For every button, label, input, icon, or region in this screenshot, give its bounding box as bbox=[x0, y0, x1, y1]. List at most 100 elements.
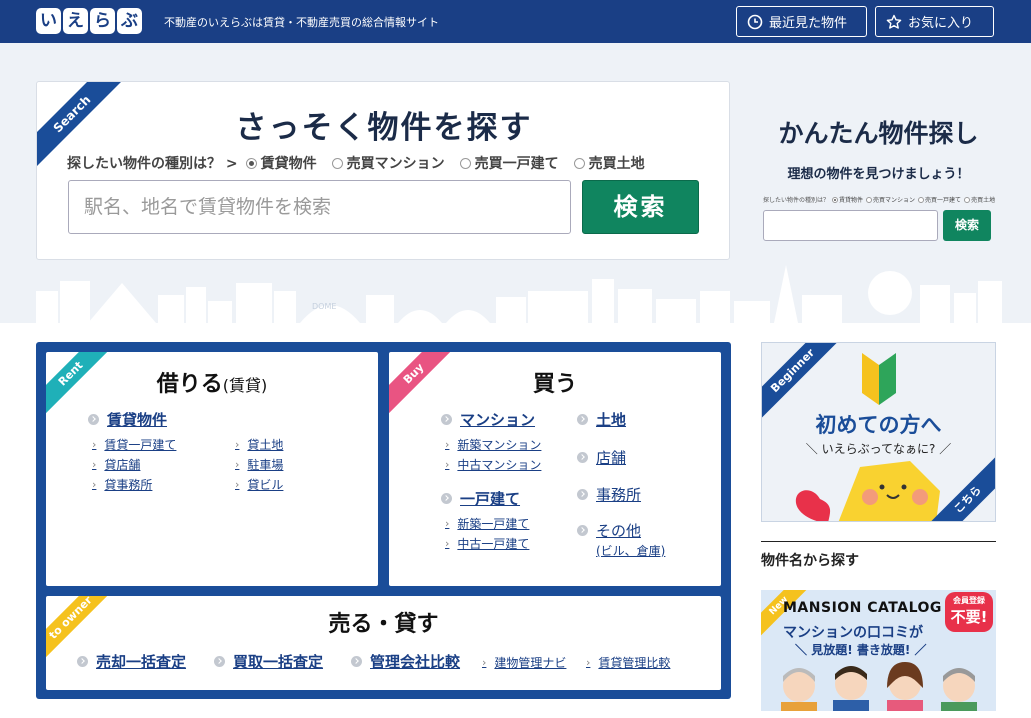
chevron-right-icon: › bbox=[92, 478, 97, 491]
mansion-catalog-banner[interactable]: New MANSION CATALOG 会員登録 不要! マンションの口コミが … bbox=[761, 590, 996, 711]
link-purchase-assessment[interactable]: 買取一括査定 bbox=[214, 651, 323, 672]
mansion-catalog-title: MANSION CATALOG bbox=[783, 600, 942, 616]
easy-search-subtitle: 理想の物件を見つけましょう！ bbox=[787, 167, 970, 182]
radio-dot bbox=[918, 196, 925, 203]
chevron-right-icon bbox=[577, 525, 588, 536]
rent-box: Rent 借りる(賃貸) 賃貸物件 › 賃貸一戸建て › 貸店舗 › 貸事務所 › 貸土… bbox=[46, 352, 378, 586]
logo-char: ぶ bbox=[117, 8, 142, 34]
link-buy-house[interactable]: 一戸建て bbox=[441, 488, 520, 509]
beginner-title: 初めての方へ bbox=[815, 413, 942, 437]
rent-title: 借りる(賃貸) bbox=[156, 372, 268, 397]
radio-sale-house[interactable]: 売買一戸建て bbox=[459, 153, 559, 173]
chevron-right-icon: › bbox=[482, 656, 487, 669]
link-rental-house[interactable]: › 賃貸一戸建て bbox=[92, 436, 176, 453]
chevron-right-icon bbox=[351, 656, 362, 667]
chevron-right-icon bbox=[577, 489, 588, 500]
radio-dot bbox=[245, 157, 257, 169]
chevron-right-icon bbox=[88, 414, 99, 425]
radio-dot bbox=[573, 157, 585, 169]
link-sale-assessment[interactable]: 売却一括査定 bbox=[77, 651, 186, 672]
site-logo[interactable]: い え ら ぶ bbox=[36, 8, 142, 34]
clock-icon bbox=[747, 14, 763, 29]
chevron-right-icon bbox=[441, 493, 452, 504]
logo-char: え bbox=[63, 8, 88, 34]
mini-property-type-selector: 探したい物件の種別は？ 賃貸物件 売買マンション 売買一戸建て 売買土地 bbox=[763, 195, 997, 204]
favorites-label: お気に入り bbox=[908, 16, 974, 31]
site-tagline: 不動産のいえらぶは賃貸・不動産売買の総合情報サイト bbox=[164, 16, 439, 29]
mansion-review-subline: ＼ 見放題! 書き放題! ／ bbox=[795, 643, 927, 657]
site-header: い え ら ぶ 不動産のいえらぶは賃貸・不動産売買の総合情報サイト 最近見た物件… bbox=[0, 0, 1031, 43]
link-buy-other-note[interactable]: (ビル、倉庫) bbox=[596, 542, 665, 559]
link-rental-building[interactable]: › 貸ビル bbox=[235, 476, 283, 493]
radio-sale-land[interactable]: 売買土地 bbox=[573, 153, 645, 173]
radio-rental[interactable]: 賃貸物件 bbox=[245, 153, 317, 173]
link-rental-office[interactable]: › 貸事務所 bbox=[92, 476, 152, 493]
link-buy-other[interactable]: その他 bbox=[577, 520, 641, 541]
star-icon bbox=[886, 14, 902, 29]
chevron-right-icon: › bbox=[235, 458, 240, 471]
mansion-review-headline: マンションの口コミが bbox=[783, 625, 923, 641]
radio-dot bbox=[866, 196, 873, 203]
mini-search-input[interactable] bbox=[763, 210, 938, 241]
sell-box: to owner 売る・貸す 売却一括査定 買取一括査定 管理会社比較 › 建物管… bbox=[46, 596, 721, 690]
beginner-banner[interactable]: Beginner 初めての方へ ＼ いえらぶってなぁに? ／ こちら bbox=[761, 342, 996, 522]
link-used-house[interactable]: › 中古一戸建て bbox=[445, 535, 529, 552]
chevron-right-icon: › bbox=[445, 537, 450, 550]
no-registration-badge: 会員登録 不要! bbox=[945, 592, 993, 632]
beginner-subtitle: ＼ いえらぶってなぁに? ／ bbox=[805, 442, 952, 456]
radio-dot bbox=[832, 196, 839, 203]
chevron-right-icon: › bbox=[92, 438, 97, 451]
link-building-management[interactable]: › 建物管理ナビ bbox=[482, 654, 566, 671]
category-panel: Rent 借りる(賃貸) 賃貸物件 › 賃貸一戸建て › 貸店舗 › 貸事務所 › 貸土… bbox=[36, 342, 731, 699]
chevron-right-icon bbox=[77, 656, 88, 667]
property-type-selector: 探したい物件の種別は？ > 賃貸物件 売買マンション 売買一戸建て 売買土地 bbox=[67, 153, 660, 173]
logo-char: い bbox=[36, 8, 61, 34]
link-buy-land[interactable]: 土地 bbox=[577, 409, 626, 430]
easy-search-title: かんたん物件探し bbox=[778, 119, 979, 148]
link-parking[interactable]: › 駐車場 bbox=[235, 456, 283, 473]
chevron-right-icon bbox=[577, 452, 588, 463]
people-illustration bbox=[781, 662, 977, 711]
chevron-right-icon: › bbox=[235, 478, 240, 491]
link-buy-office[interactable]: 事務所 bbox=[577, 484, 641, 505]
link-rental-management[interactable]: › 賃貸管理比較 bbox=[586, 654, 670, 671]
chevron-right-icon: › bbox=[586, 656, 591, 669]
link-rental-land[interactable]: › 貸土地 bbox=[235, 436, 283, 453]
mini-radio-rental[interactable]: 賃貸物件 bbox=[832, 195, 863, 204]
search-title: さっそく物件を探す bbox=[235, 110, 533, 146]
chevron-right-icon: › bbox=[445, 458, 450, 471]
link-used-mansion[interactable]: › 中古マンション bbox=[445, 456, 541, 473]
link-rental-shop[interactable]: › 貸店舗 bbox=[92, 456, 140, 473]
beginner-mark-icon bbox=[862, 353, 896, 405]
link-management-compare[interactable]: 管理会社比較 bbox=[351, 651, 460, 672]
favorites-button[interactable]: お気に入り bbox=[875, 6, 994, 37]
chevron-right-icon: › bbox=[235, 438, 240, 451]
radio-dot bbox=[964, 196, 971, 203]
chevron-right-icon bbox=[441, 414, 452, 425]
mini-search-button[interactable]: 検索 bbox=[943, 210, 991, 241]
search-by-name-heading: 物件名から探す bbox=[761, 541, 996, 570]
search-input[interactable]: 駅名、地名で賃貸物件を検索 bbox=[68, 180, 571, 234]
link-buy-shop[interactable]: 店舗 bbox=[577, 447, 626, 468]
link-rental-property[interactable]: 賃貸物件 bbox=[88, 409, 167, 430]
radio-dot bbox=[459, 157, 471, 169]
mini-radio-sale-house[interactable]: 売買一戸建て bbox=[918, 195, 961, 204]
city-skyline-illustration: DOME bbox=[36, 265, 1002, 323]
link-buy-mansion[interactable]: マンション bbox=[441, 409, 535, 430]
property-type-question: 探したい物件の種別は？ > bbox=[67, 156, 238, 172]
logo-char: ら bbox=[90, 8, 115, 34]
search-button[interactable]: 検索 bbox=[582, 180, 699, 234]
mini-radio-sale-mansion[interactable]: 売買マンション bbox=[866, 195, 915, 204]
chevron-right-icon bbox=[577, 414, 588, 425]
chevron-right-icon: › bbox=[445, 438, 450, 451]
recent-viewed-label: 最近見た物件 bbox=[769, 16, 848, 31]
radio-sale-mansion[interactable]: 売買マンション bbox=[331, 153, 445, 173]
chevron-right-icon: › bbox=[92, 458, 97, 471]
link-new-mansion[interactable]: › 新築マンション bbox=[445, 436, 541, 453]
mini-radio-sale-land[interactable]: 売買土地 bbox=[964, 195, 995, 204]
link-new-house[interactable]: › 新築一戸建て bbox=[445, 515, 529, 532]
recent-viewed-button[interactable]: 最近見た物件 bbox=[736, 6, 867, 37]
buy-title: 買う bbox=[532, 372, 577, 397]
main-search-card: Search さっそく物件を探す 探したい物件の種別は？ > 賃貸物件 売買マン… bbox=[36, 81, 730, 260]
sell-title: 売る・貸す bbox=[328, 612, 439, 637]
